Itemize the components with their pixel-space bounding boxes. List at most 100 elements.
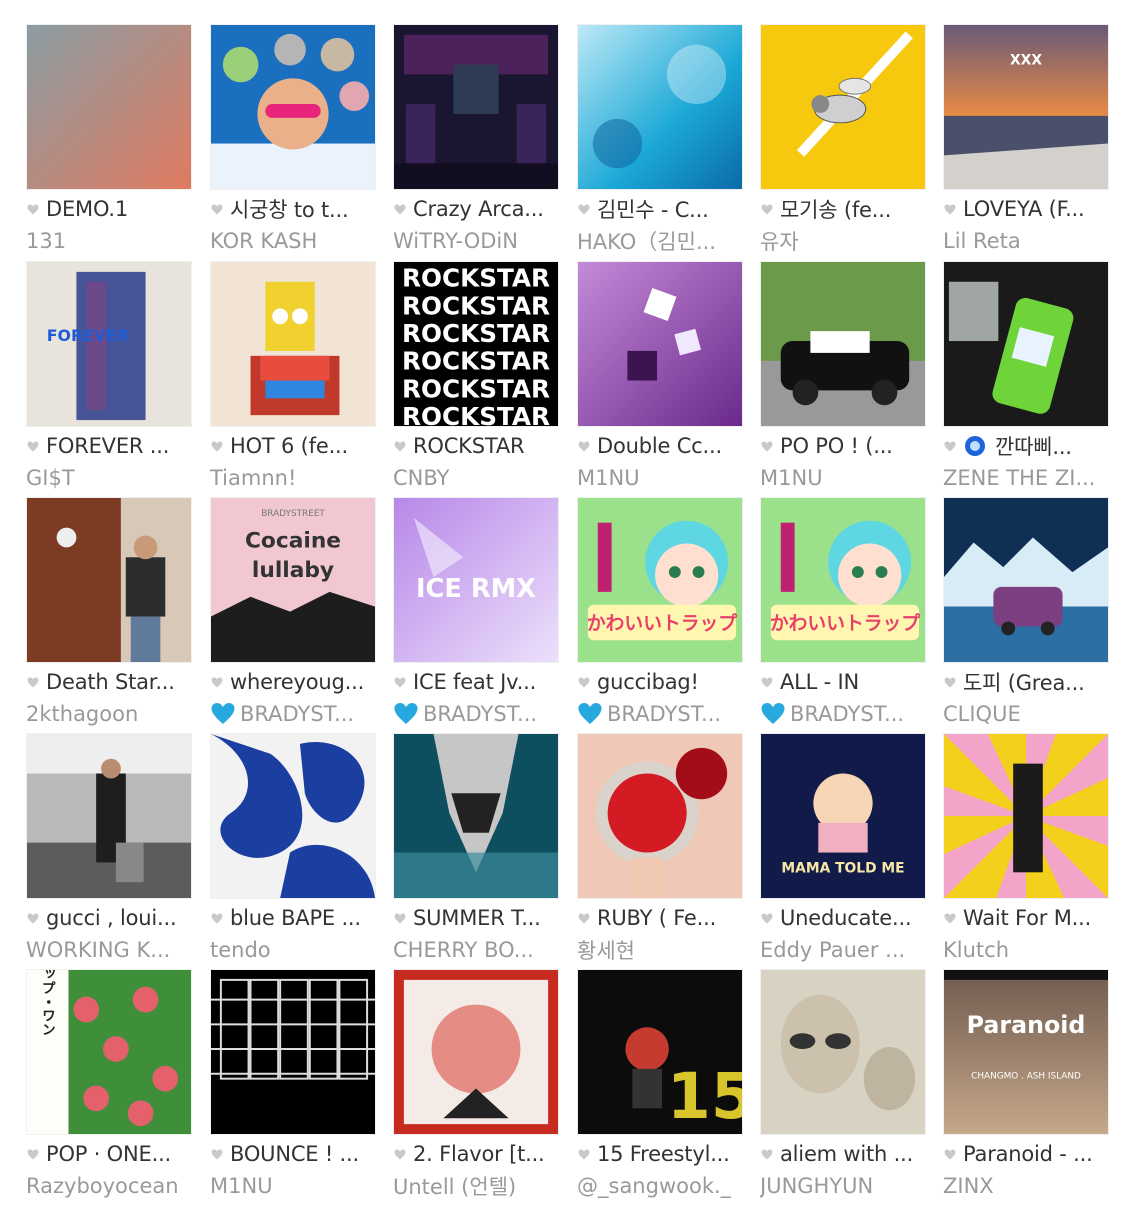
track-title[interactable]: Wait For M... bbox=[963, 906, 1091, 930]
track-artist[interactable]: 131 bbox=[26, 228, 192, 254]
track-artist[interactable]: ZENE THE ZI... bbox=[943, 465, 1109, 491]
heart-icon[interactable] bbox=[943, 675, 957, 689]
heart-icon[interactable] bbox=[210, 439, 224, 453]
track-artwork[interactable]: ROCKSTAR ROCKSTAR ROCKSTAR ROCKSTAR ROCKSTAR… bbox=[393, 261, 559, 427]
track-artwork[interactable]: XXX bbox=[943, 24, 1109, 190]
heart-icon[interactable] bbox=[943, 911, 957, 925]
heart-icon[interactable] bbox=[26, 202, 40, 216]
track-artwork[interactable]: MAMA TOLD ME bbox=[760, 733, 926, 899]
track-artwork[interactable] bbox=[393, 733, 559, 899]
heart-icon[interactable] bbox=[577, 675, 591, 689]
track-artist[interactable]: Tiamnn! bbox=[210, 465, 376, 491]
track-artwork[interactable] bbox=[210, 261, 376, 427]
track-artwork[interactable] bbox=[943, 261, 1109, 427]
track-artist[interactable]: BRADYST... bbox=[393, 701, 559, 727]
track-artist[interactable]: @_sangwook._ bbox=[577, 1173, 743, 1199]
track-artwork[interactable] bbox=[210, 733, 376, 899]
track-title[interactable]: ROCKSTAR bbox=[413, 434, 524, 458]
track-artwork[interactable] bbox=[26, 24, 192, 190]
track-artist[interactable]: WORKING K... bbox=[26, 937, 192, 963]
track-artwork[interactable]: FOREVER bbox=[26, 261, 192, 427]
track-artwork[interactable] bbox=[760, 261, 926, 427]
track-artwork[interactable]: Paranoid CHANGMO . ASH ISLAND bbox=[943, 969, 1109, 1135]
track-artist[interactable]: BRADYST... bbox=[577, 701, 743, 727]
track-artwork[interactable] bbox=[210, 969, 376, 1135]
track-artist[interactable]: CHERRY BO... bbox=[393, 937, 559, 963]
heart-icon[interactable] bbox=[26, 675, 40, 689]
track-title[interactable]: Uneducate... bbox=[780, 906, 911, 930]
track-title[interactable]: POP · ONE... bbox=[46, 1142, 171, 1166]
track-artwork[interactable]: 15 bbox=[577, 969, 743, 1135]
track-artist[interactable]: ZINX bbox=[943, 1173, 1109, 1199]
heart-icon[interactable] bbox=[393, 675, 407, 689]
track-title[interactable]: gucci , loui... bbox=[46, 906, 176, 930]
track-title[interactable]: Crazy Arca... bbox=[413, 197, 544, 221]
track-title[interactable]: aliem with ... bbox=[780, 1142, 913, 1166]
track-title[interactable]: Double Cc... bbox=[597, 434, 722, 458]
track-title[interactable]: Death Star... bbox=[46, 670, 175, 694]
track-title[interactable]: RUBY ( Fe... bbox=[597, 906, 716, 930]
track-artwork[interactable]: ポップ・ワン bbox=[26, 969, 192, 1135]
track-artwork[interactable] bbox=[760, 24, 926, 190]
track-title[interactable]: Paranoid - ... bbox=[963, 1142, 1093, 1166]
heart-icon[interactable] bbox=[577, 911, 591, 925]
heart-icon[interactable] bbox=[760, 1147, 774, 1161]
heart-icon[interactable] bbox=[210, 1147, 224, 1161]
track-artwork[interactable] bbox=[577, 261, 743, 427]
track-title[interactable]: 15 Freestyl... bbox=[597, 1142, 730, 1166]
track-title[interactable]: BOUNCE ! ... bbox=[230, 1142, 359, 1166]
track-title[interactable]: 깐따삐... bbox=[995, 432, 1072, 460]
track-artist[interactable]: 유자 bbox=[760, 228, 926, 254]
track-artist[interactable]: Klutch bbox=[943, 937, 1109, 963]
heart-icon[interactable] bbox=[210, 202, 224, 216]
track-title[interactable]: FOREVER ... bbox=[46, 434, 169, 458]
track-artwork[interactable] bbox=[577, 24, 743, 190]
track-title[interactable]: guccibag! bbox=[597, 670, 699, 694]
track-artist[interactable]: GI$T bbox=[26, 465, 192, 491]
heart-icon[interactable] bbox=[943, 202, 957, 216]
track-artwork[interactable] bbox=[577, 733, 743, 899]
track-title[interactable]: 도피 (Grea... bbox=[963, 668, 1085, 696]
heart-icon[interactable] bbox=[943, 1147, 957, 1161]
track-artwork[interactable]: かわいいトラップ bbox=[760, 497, 926, 663]
track-title[interactable]: whereyoug... bbox=[230, 670, 364, 694]
heart-icon[interactable] bbox=[210, 911, 224, 925]
track-artist[interactable]: WiTRY-ODiN bbox=[393, 228, 559, 254]
track-artwork[interactable] bbox=[210, 24, 376, 190]
track-title[interactable]: PO PO ! (... bbox=[780, 434, 893, 458]
track-title[interactable]: 김민수 - C... bbox=[597, 195, 709, 223]
track-artwork[interactable]: ICE RMX bbox=[393, 497, 559, 663]
track-artist[interactable]: BRADYST... bbox=[760, 701, 926, 727]
track-title[interactable]: SUMMER T... bbox=[413, 906, 541, 930]
track-artist[interactable]: M1NU bbox=[760, 465, 926, 491]
heart-icon[interactable] bbox=[577, 439, 591, 453]
track-artwork[interactable] bbox=[760, 969, 926, 1135]
heart-icon[interactable] bbox=[393, 1147, 407, 1161]
track-title[interactable]: DEMO.1 bbox=[46, 197, 128, 221]
track-artist[interactable]: CNBY bbox=[393, 465, 559, 491]
track-artist[interactable]: 2kthagoon bbox=[26, 701, 192, 727]
heart-icon[interactable] bbox=[210, 675, 224, 689]
track-artist[interactable]: M1NU bbox=[210, 1173, 376, 1199]
track-title[interactable]: LOVEYA (F... bbox=[963, 197, 1085, 221]
track-title[interactable]: 2. Flavor [t... bbox=[413, 1142, 545, 1166]
track-title[interactable]: 모기송 (fe... bbox=[780, 195, 891, 223]
heart-icon[interactable] bbox=[760, 202, 774, 216]
track-artist[interactable]: KOR KASH bbox=[210, 228, 376, 254]
track-artist[interactable]: Lil Reta bbox=[943, 228, 1109, 254]
track-artist[interactable]: HAKO（김민... bbox=[577, 228, 743, 254]
heart-icon[interactable] bbox=[760, 439, 774, 453]
track-artist[interactable]: BRADYST... bbox=[210, 701, 376, 727]
track-artwork[interactable] bbox=[943, 497, 1109, 663]
heart-icon[interactable] bbox=[943, 439, 957, 453]
track-artwork[interactable] bbox=[393, 24, 559, 190]
track-artwork[interactable] bbox=[943, 733, 1109, 899]
heart-icon[interactable] bbox=[393, 439, 407, 453]
track-artwork[interactable]: Cocaine lullaby BRADYSTREET bbox=[210, 497, 376, 663]
heart-icon[interactable] bbox=[26, 439, 40, 453]
track-artwork[interactable]: かわいいトラップ bbox=[577, 497, 743, 663]
track-artist[interactable]: JUNGHYUN bbox=[760, 1173, 926, 1199]
heart-icon[interactable] bbox=[577, 202, 591, 216]
track-title[interactable]: blue BAPE ... bbox=[230, 906, 361, 930]
track-artwork[interactable] bbox=[393, 969, 559, 1135]
